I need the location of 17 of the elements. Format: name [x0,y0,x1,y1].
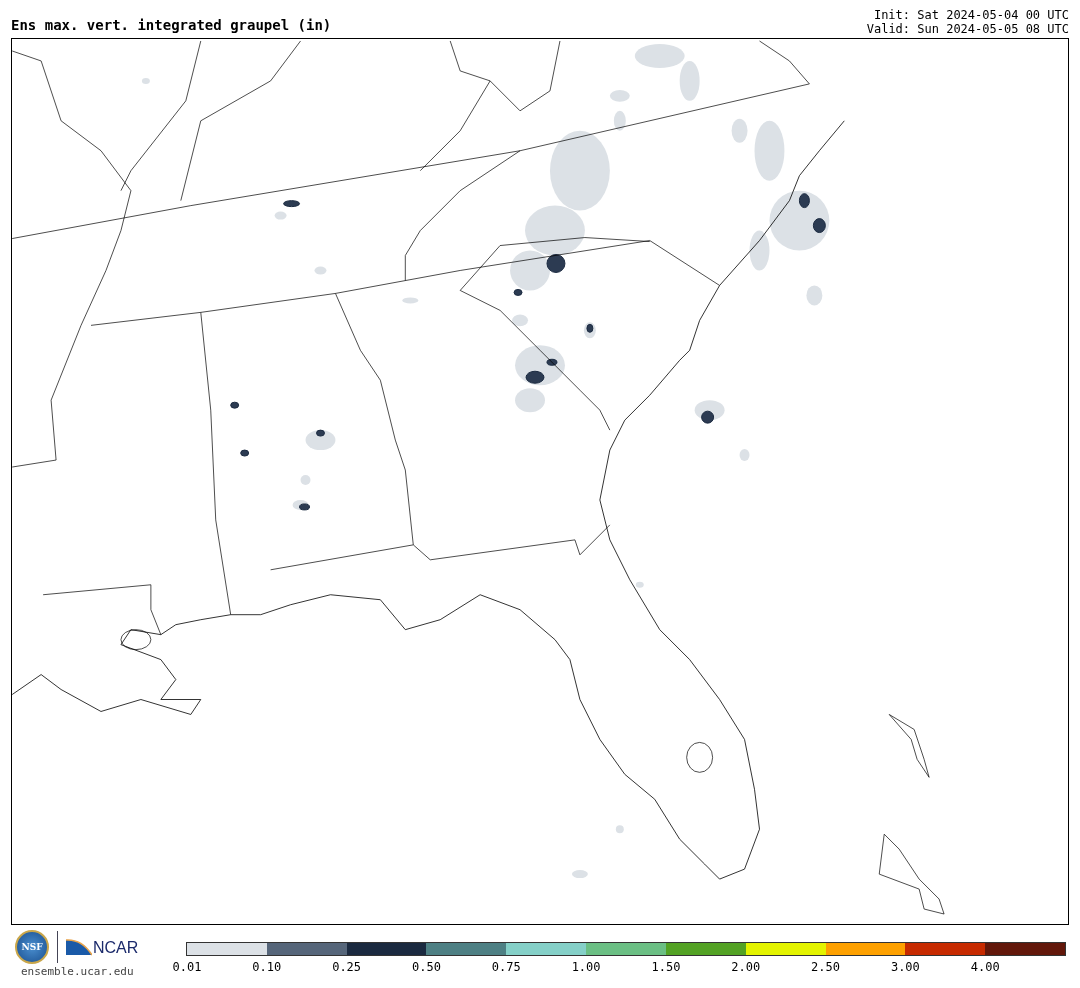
valid-time: Valid: Sun 2024-05-05 08 UTC [866,22,1069,36]
colorbar-label: 2.50 [811,960,840,974]
colorbar-label: 1.50 [651,960,681,974]
nsf-logo: NSF [15,930,49,964]
colorbar-label: 0.75 [491,960,521,974]
colorbar-label: 0.25 [332,960,362,974]
colorbar-label: 0.01 [172,960,202,974]
map-title: Ens max. vert. integrated graupel (in) [11,17,332,35]
init-time: Init: Sat 2024-05-04 00 UTC [872,8,1069,22]
website-url: ensemble.ucar.edu [21,965,134,978]
colorbar-label: 4.00 [970,960,1000,974]
colorbar-label: 3.00 [890,960,920,974]
colorbar-label: 2.00 [731,960,761,974]
colorbar-label: 0.50 [412,960,441,974]
colorbar-label: 0.10 [252,960,282,974]
colorbar-label: 1.00 [571,960,601,974]
ncar-logo: NCAR [66,937,139,957]
